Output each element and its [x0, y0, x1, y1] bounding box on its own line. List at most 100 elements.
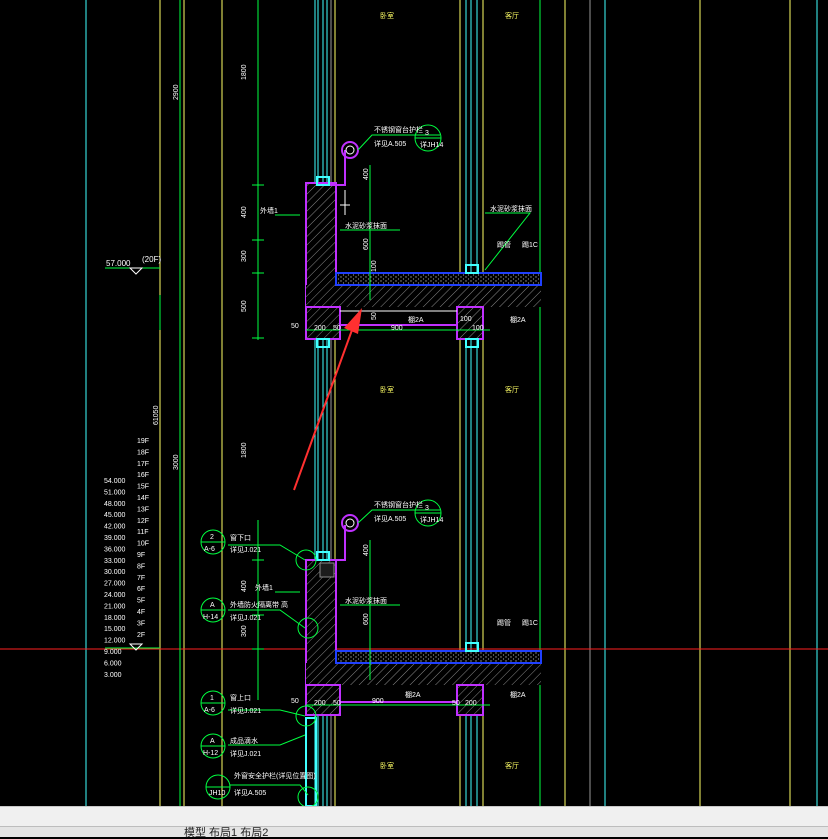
dim-50-bot: 50 [291, 698, 299, 705]
room-label-bot-right: 客厅 [505, 761, 519, 770]
bubble-e-page: 详见A.505 [234, 788, 266, 797]
dim-400b: 400 [241, 580, 248, 592]
command-line[interactable] [0, 826, 828, 837]
ceiling-label-2: 棚2A [510, 315, 526, 324]
level-top: 57.000 [106, 259, 131, 268]
floor-label: 2F [137, 632, 145, 639]
floor-label: 6F [137, 586, 145, 593]
detail-label-2-page: 详见A.505 [374, 514, 406, 523]
dim-600-top: 600 [363, 238, 370, 250]
callout-2-ref: 详JH14 [420, 515, 443, 524]
dim-50-top: 50 [291, 323, 299, 330]
floor-elevation-table: 19F 18F 17F 16F 15F 14F 13F 12F 11F 10F 9F 8F 7F 6F 5F… [104, 438, 149, 679]
bubble-d-text: 成品滴水 [230, 736, 258, 745]
elevation-label: 24.000 [104, 592, 126, 599]
level-top-floor: (20F) [142, 255, 161, 264]
callout-1-ref: 详JH14 [420, 140, 443, 149]
detail-label-1-page: 详见A.505 [374, 139, 406, 148]
dim-50-bot-b: 50 [333, 700, 341, 707]
room-label-top-right: 客厅 [505, 11, 519, 20]
bubble-a-num: 2 [210, 534, 214, 541]
dim-300: 300 [241, 250, 248, 262]
dim-200-bot-c: 200 [465, 700, 477, 707]
dim-400: 400 [241, 206, 248, 218]
room-label-top-left: 卧室 [380, 11, 394, 20]
dim-3000: 3000 [173, 454, 180, 470]
floor-label: 8F [137, 563, 145, 570]
bubble-a-ref: A-6 [204, 546, 215, 553]
dim-600-bot: 600 [363, 613, 370, 625]
detail-label-1: 不锈钢窗台护栏 [374, 125, 423, 134]
dim-900-bot: 900 [372, 698, 384, 705]
elevation-label: 9.000 [104, 649, 122, 656]
dim-1800b: 1800 [241, 442, 248, 458]
elevation-label: 6.000 [104, 660, 122, 667]
dim-2900: 2900 [173, 84, 180, 100]
level-texts: 57.000 (20F) [106, 255, 161, 268]
elevation-label: 21.000 [104, 603, 126, 610]
elevation-label: 39.000 [104, 535, 126, 542]
floor-label: 3F [137, 620, 145, 627]
floor-label: 7F [137, 575, 145, 582]
ceiling-label-4: 棚2A [510, 690, 526, 699]
dim-400-rail-top: 400 [363, 168, 370, 180]
floor-label: 5F [137, 598, 145, 605]
cad-drawing-canvas[interactable]: 卧室 客厅 卧室 客厅 卧室 客厅 不锈钢窗台护栏 详见A.505 不锈钢窗台护… [0, 0, 828, 806]
floor-label: 18F [137, 449, 149, 456]
tube-label-1: 踢管 [497, 240, 511, 249]
bubble-b-num: A [210, 602, 215, 609]
dim-100-top: 100 [371, 260, 378, 272]
wall-label-2: 外墙1 [255, 583, 273, 592]
callout-2-num: 3 [425, 505, 429, 512]
dim-50-bot-c: 50 [452, 700, 460, 707]
ceiling-label-1: 棚2A [408, 315, 424, 324]
dim-300b: 300 [241, 625, 248, 637]
dim-200-bot: 200 [314, 700, 326, 707]
dim-1800: 1800 [241, 64, 248, 80]
elevation-label: 51.000 [104, 489, 126, 496]
elevation-label: 15.000 [104, 626, 126, 633]
wall-label-1: 外墙1 [260, 206, 278, 215]
elevation-label: 48.000 [104, 501, 126, 508]
bubble-b-page: 详见J.021 [230, 613, 261, 622]
elevation-label: 18.000 [104, 615, 126, 622]
elevation-label: 45.000 [104, 512, 126, 519]
dim-50-slab: 50 [371, 312, 378, 320]
tube-label-2: 踢管 [497, 618, 511, 627]
floor-label: 11F [137, 529, 149, 536]
tube-label-2b: 踢1C [522, 619, 538, 627]
floor-label: 12F [137, 518, 149, 525]
dim-500: 500 [241, 300, 248, 312]
tube-label-1b: 踢1C [522, 241, 538, 249]
bubble-e-text: 外窗安全护栏(详见位置图) [234, 771, 316, 780]
floor-label: 10F [137, 541, 149, 548]
dim-100-top-b: 100 [460, 316, 472, 323]
bubble-c-ref: A-6 [204, 707, 215, 714]
floor-label: 15F [137, 484, 149, 491]
floor-label: 9F [137, 552, 145, 559]
bubble-c-num: 1 [210, 695, 214, 702]
room-label-mid-left: 卧室 [380, 385, 394, 394]
bubble-c-text: 窗上口 [230, 693, 251, 702]
bubble-d-ref: H-12 [203, 750, 218, 757]
elevation-label: 36.000 [104, 546, 126, 553]
bubble-a-page: 详见J.021 [230, 545, 261, 554]
callout-1-num: 3 [425, 130, 429, 137]
floor-label: 13F [137, 506, 149, 513]
floor-label: 16F [137, 472, 149, 479]
room-label-mid-right: 客厅 [505, 385, 519, 394]
elevation-label: 27.000 [104, 581, 126, 588]
floor-label: 19F [137, 438, 149, 445]
vertical-axis-lines [85, 0, 818, 806]
elevation-label: 3.000 [104, 672, 122, 679]
mortar-label-3: 水泥砂浆抹面 [345, 596, 387, 605]
bubble-b-text: 外墙防火隔离带 高 [230, 600, 288, 609]
bubble-a-text: 窗下口 [230, 533, 251, 542]
elevation-label: 33.000 [104, 558, 126, 565]
bubble-e-ref: JH10 [209, 790, 225, 797]
elevation-label: 54.000 [104, 478, 126, 485]
bubble-d-page: 详见J.021 [230, 749, 261, 758]
detail-labels: 不锈钢窗台护栏 详见A.505 不锈钢窗台护栏 详见A.505 外墙1 外墙1 … [255, 125, 538, 699]
dim-50-top-b: 50 [333, 325, 341, 332]
ceiling-label-3: 棚2A [405, 690, 421, 699]
